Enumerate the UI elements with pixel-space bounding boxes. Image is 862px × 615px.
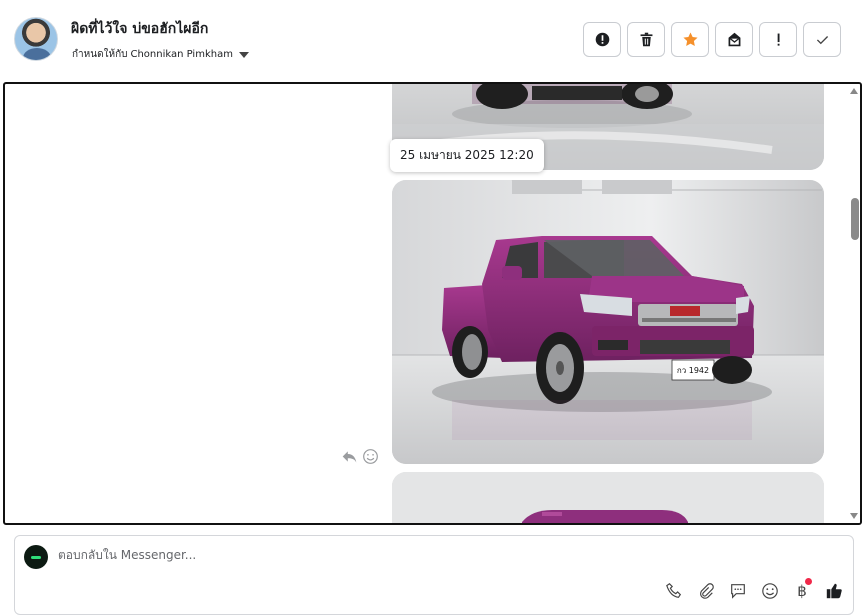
- composer-toolbar: ฿: [663, 578, 845, 602]
- paperclip-icon: [700, 583, 714, 599]
- notification-dot: [805, 578, 812, 585]
- emoji-react-icon[interactable]: [362, 448, 379, 465]
- contact-name[interactable]: ผิดที่ไว้ใจ บ่ขอฮักไผอีก: [71, 18, 208, 40]
- assignee-name: Chonnikan Pimkham: [130, 49, 233, 60]
- call-button[interactable]: [663, 580, 685, 602]
- assign-prefix: กำหนดให้กับ: [72, 49, 128, 60]
- reply-composer: ฿: [14, 535, 854, 615]
- thumbs-up-icon: [826, 583, 842, 599]
- message-timestamp: 25 เมษายน 2025 12:20: [390, 139, 544, 172]
- chat-bubble-icon: [731, 584, 745, 599]
- scroll-up-arrow-icon[interactable]: [850, 88, 858, 94]
- caret-down-icon[interactable]: [238, 51, 249, 58]
- image-message[interactable]: [392, 472, 824, 523]
- mark-unread-icon: [728, 32, 740, 47]
- scroll-down-arrow-icon[interactable]: [850, 513, 858, 519]
- assignee-selector[interactable]: กำหนดให้กับ Chonnikan Pimkham: [72, 47, 249, 62]
- license-plate-text: กว 1942: [677, 366, 709, 375]
- image-message[interactable]: กว 1942: [392, 180, 824, 464]
- message-actions: [341, 448, 379, 465]
- conversation-actions: [583, 22, 841, 57]
- exclamation-icon: [777, 33, 780, 46]
- car-photo-image: กว 1942: [392, 180, 824, 464]
- alert-circle-icon: [595, 32, 609, 47]
- baht-icon: ฿: [797, 582, 807, 600]
- attach-button[interactable]: [695, 580, 717, 602]
- important-button[interactable]: [759, 22, 797, 57]
- delete-button[interactable]: [627, 22, 665, 57]
- scroll-thumb[interactable]: [851, 198, 859, 240]
- star-button[interactable]: [671, 22, 709, 57]
- saved-replies-button[interactable]: [727, 580, 749, 602]
- trash-icon: [640, 32, 652, 47]
- payment-button[interactable]: ฿: [791, 578, 813, 602]
- mark-done-button[interactable]: [803, 22, 841, 57]
- smiley-icon: [762, 583, 778, 599]
- page-avatar: [24, 545, 48, 569]
- car-photo-image: [392, 472, 824, 523]
- phone-icon: [666, 583, 682, 598]
- thread-scrollbar[interactable]: [848, 84, 860, 523]
- contact-avatar[interactable]: [14, 17, 58, 61]
- reply-icon[interactable]: [341, 448, 358, 465]
- mark-unread-button[interactable]: [715, 22, 753, 57]
- mark-spam-button[interactable]: [583, 22, 621, 57]
- reply-input[interactable]: [58, 548, 658, 562]
- conversation-header: ผิดที่ไว้ใจ บ่ขอฮักไผอีก กำหนดให้กับ Cho…: [0, 0, 862, 82]
- check-icon: [816, 36, 828, 45]
- star-icon: [682, 32, 698, 46]
- message-thread[interactable]: 25 เมษายน 2025 12:20 กว 1942: [3, 82, 862, 525]
- emoji-button[interactable]: [759, 580, 781, 602]
- like-button[interactable]: [823, 580, 845, 602]
